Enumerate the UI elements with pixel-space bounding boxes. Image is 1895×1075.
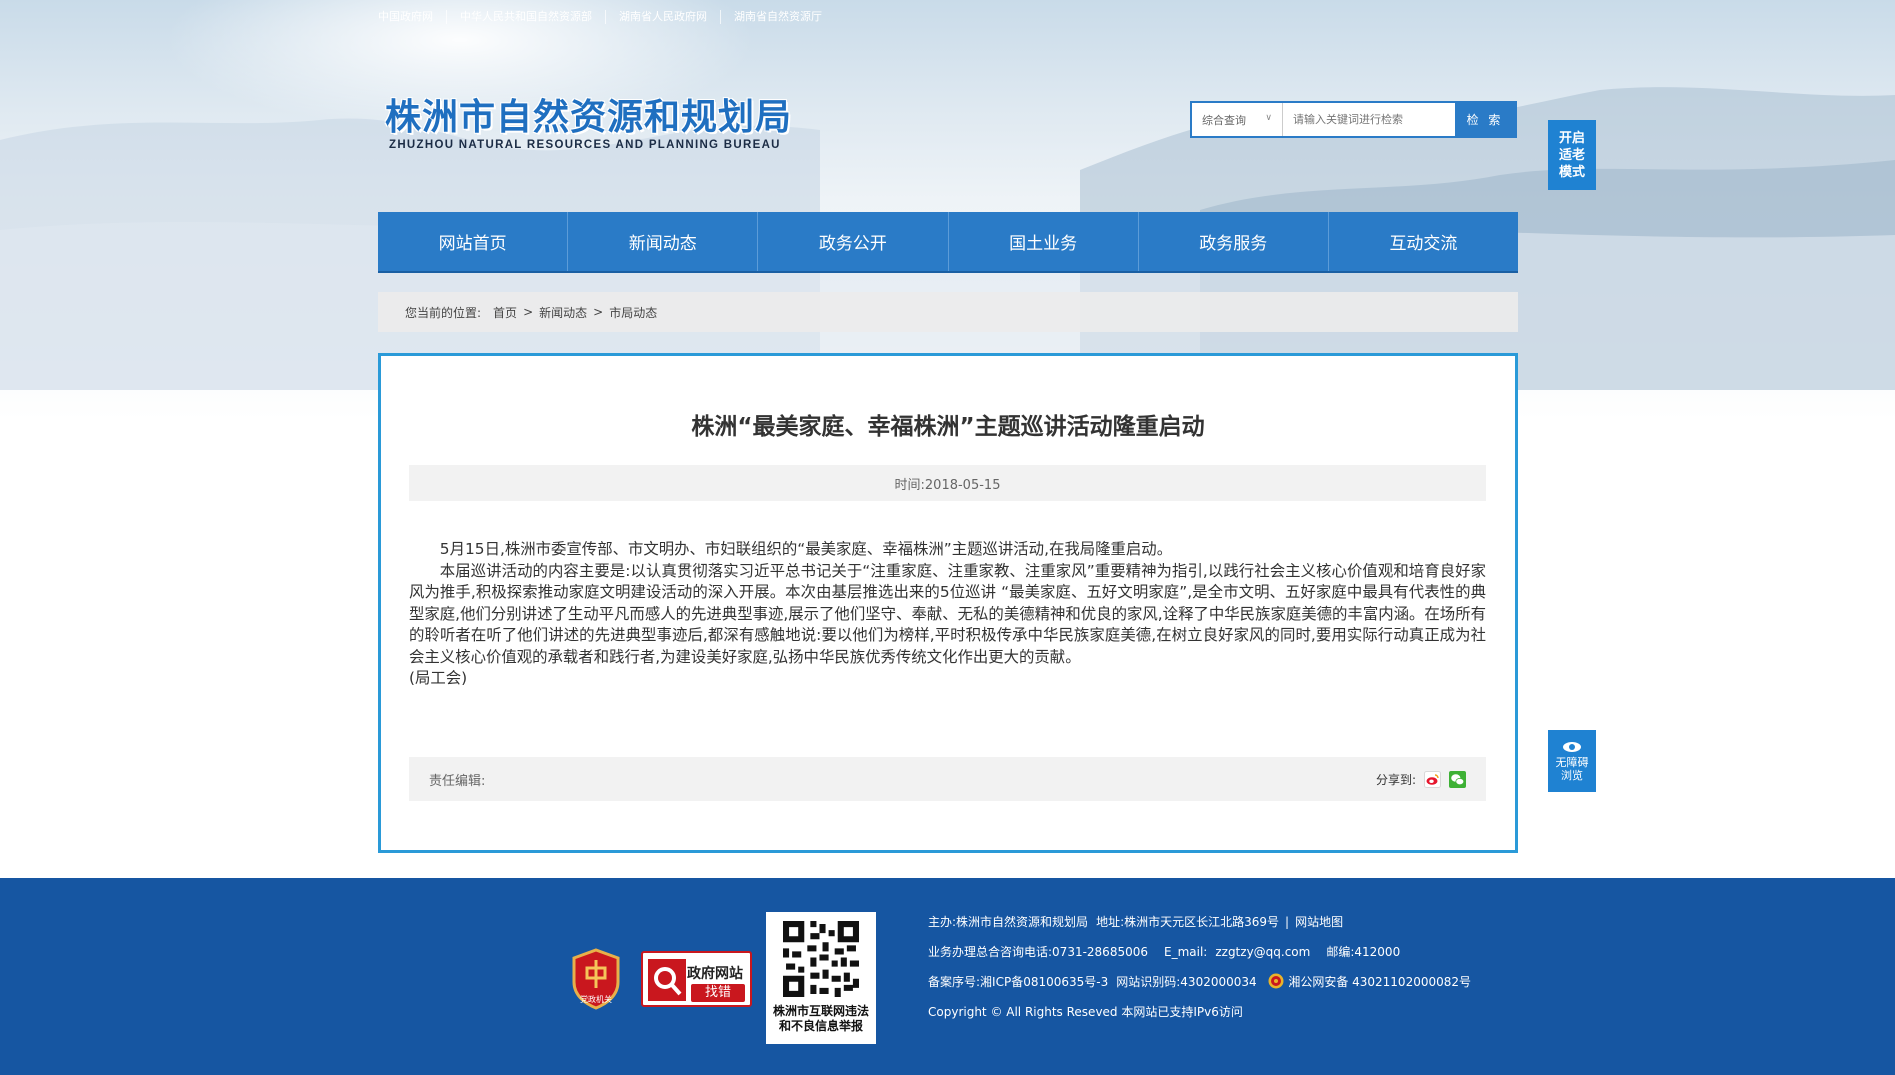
nav-gov-services[interactable]: 政务服务 [1139, 212, 1329, 271]
breadcrumb-separator: > [593, 305, 604, 319]
party-gov-badge-icon[interactable]: 党政机关 [570, 948, 622, 1010]
elder-mode-label-1: 开启 [1558, 130, 1585, 146]
sitemap-link[interactable]: 网站地图 [1295, 915, 1343, 929]
footer-line-host: 主办:株洲市自然资源和规划局 地址:株洲市天元区长江北路369号 | 网站地图 [928, 915, 1344, 929]
breadcrumb-city-news[interactable]: 市局动态 [609, 304, 657, 321]
breadcrumb: 您当前的位置: 首页 > 新闻动态 > 市局动态 [378, 292, 1518, 332]
footer-line-contact: 业务办理总合咨询电话:0731-28685006 E_mail: zzgtzy@qq… [928, 942, 1471, 972]
search-scope-value: 综合查询 [1202, 113, 1246, 127]
article-footer-bar: 责任编辑: 分享到: [409, 757, 1486, 801]
toplink-hunan-dnr[interactable]: 湖南省自然资源厅 [720, 10, 835, 24]
zip-value: 412000 [1354, 945, 1401, 959]
article-body: 5月15日,株洲市委宣传部、市文明办、市妇联组织的“最美家庭、幸福株洲”主题巡讲… [409, 539, 1486, 690]
party-badge-text: 党政机关 [580, 994, 612, 1004]
nav-land-business[interactable]: 国土业务 [949, 212, 1139, 271]
toplink-hunan-gov[interactable]: 湖南省人民政府网 [605, 10, 720, 24]
wechat-icon[interactable] [1449, 770, 1466, 788]
share-label: 分享到: [1375, 772, 1416, 787]
breadcrumb-separator: > [523, 305, 534, 319]
nav-gov-affairs[interactable]: 政务公开 [758, 212, 949, 271]
address-value: 株洲市天元区长江北路369号 [1124, 915, 1280, 929]
qr-caption-line1: 株洲市互联网违法 [772, 1004, 869, 1018]
search-scope-select[interactable]: 综合查询 ∨ [1192, 103, 1283, 136]
breadcrumb-home[interactable]: 首页 [493, 304, 517, 321]
article-paragraph: 5月15日,株洲市委宣传部、市文明办、市妇联组织的“最美家庭、幸福株洲”主题巡讲… [439, 540, 1173, 558]
chevron-down-icon: ∨ [1265, 113, 1272, 123]
breadcrumb-label: 您当前的位置: [405, 305, 482, 320]
main-nav: 网站首页 新闻动态 政务公开 国土业务 政务服务 互动交流 [378, 212, 1518, 273]
error-badge-line1: 政府网站 [687, 966, 743, 982]
nav-news[interactable]: 新闻动态 [568, 212, 759, 271]
article-panel: 株洲“最美家庭、幸福株洲”主题巡讲活动隆重启动 时间:2018-05-15 5月… [378, 353, 1518, 853]
phone-label: 业务办理总合咨询电话: [928, 945, 1053, 959]
footer-line-copyright: Copyright © All Rights Reseved 本网站已支持IPv… [928, 1005, 1243, 1019]
share-bar: 分享到: [1375, 770, 1466, 788]
police-badge-icon [1268, 973, 1284, 989]
magnifier-icon [648, 959, 686, 1001]
eye-icon [1563, 741, 1581, 752]
toplink-gov[interactable]: 中国政府网 [378, 10, 446, 24]
host-value: 株洲市自然资源和规划局 [956, 915, 1089, 929]
article-time: 时间:2018-05-15 [409, 465, 1486, 501]
breadcrumb-news[interactable]: 新闻动态 [539, 304, 587, 321]
email-value: zzgtzy@qq.com [1215, 945, 1311, 959]
site-logo-title[interactable]: 株洲市自然资源和规划局 [385, 88, 792, 140]
elder-mode-label-3: 模式 [1558, 164, 1585, 180]
error-badge-line2: 找错 [691, 984, 745, 1002]
footer-info: 主办:株洲市自然资源和规划局 地址:株洲市天元区长江北路369号 | 网站地图 业务办… [928, 912, 1471, 1032]
article-paragraph: (局工会) [409, 669, 468, 687]
editor-label: 责任编辑: [429, 773, 486, 789]
icp-label: 备案序号: [928, 975, 981, 989]
elder-mode-button[interactable]: 开启 适老 模式 [1548, 120, 1596, 190]
qr-caption: 株洲市互联网违法 和不良信息举报 [766, 1004, 876, 1034]
site-id-value: 4302000034 [1180, 975, 1257, 989]
phone-value: 0731-28685006 [1052, 945, 1148, 959]
toplink-mnr[interactable]: 中华人民共和国自然资源部 [446, 10, 605, 24]
gov-site-error-badge[interactable]: 政府网站 找错 [641, 951, 752, 1007]
site-id-label: 网站识别码: [1116, 975, 1181, 989]
search-box: 综合查询 ∨ 检 索 [1190, 101, 1517, 138]
footer-line-icp: 备案序号:湘ICP备08100635号-3 网站识别码:4302000034 湘公… [928, 972, 1471, 1002]
search-button[interactable]: 检 索 [1455, 103, 1515, 136]
nav-home[interactable]: 网站首页 [378, 212, 569, 271]
qr-caption-line2: 和不良信息举报 [778, 1019, 863, 1033]
report-qr-code[interactable]: 株洲市互联网违法 和不良信息举报 [766, 912, 876, 1044]
zip-label: 邮编: [1326, 945, 1355, 959]
qr-code-icon [783, 921, 859, 997]
accessibility-label-2: 浏览 [1561, 768, 1583, 782]
elder-mode-label-2: 适老 [1558, 147, 1585, 163]
article-paragraph: 本届巡讲活动的内容主要是:以认真贯彻落实习近平总书记关于“注重家庭、注重家教、注… [409, 561, 1486, 666]
accessibility-label-1: 无障碍 [1555, 755, 1589, 769]
police-record-link[interactable]: 湘公网安备 43021102000082号 [1288, 975, 1471, 989]
site-logo-subtitle: ZHUZHOU NATURAL RESOURCES AND PLANNING B… [389, 139, 781, 151]
icp-link[interactable]: 湘ICP备08100635号-3 [980, 975, 1108, 989]
email-label: E_mail: [1164, 945, 1208, 959]
article-title: 株洲“最美家庭、幸福株洲”主题巡讲活动隆重启动 [691, 414, 1205, 440]
nav-interaction[interactable]: 互动交流 [1329, 212, 1518, 271]
host-label: 主办: [928, 915, 957, 929]
top-links: 中国政府网 中华人民共和国自然资源部 湖南省人民政府网 湖南省自然资源厅 [378, 8, 835, 26]
search-input[interactable] [1283, 103, 1455, 136]
accessibility-button[interactable]: 无障碍 浏览 [1548, 730, 1596, 792]
address-label: 地址: [1096, 915, 1125, 929]
weibo-icon[interactable] [1424, 770, 1441, 788]
